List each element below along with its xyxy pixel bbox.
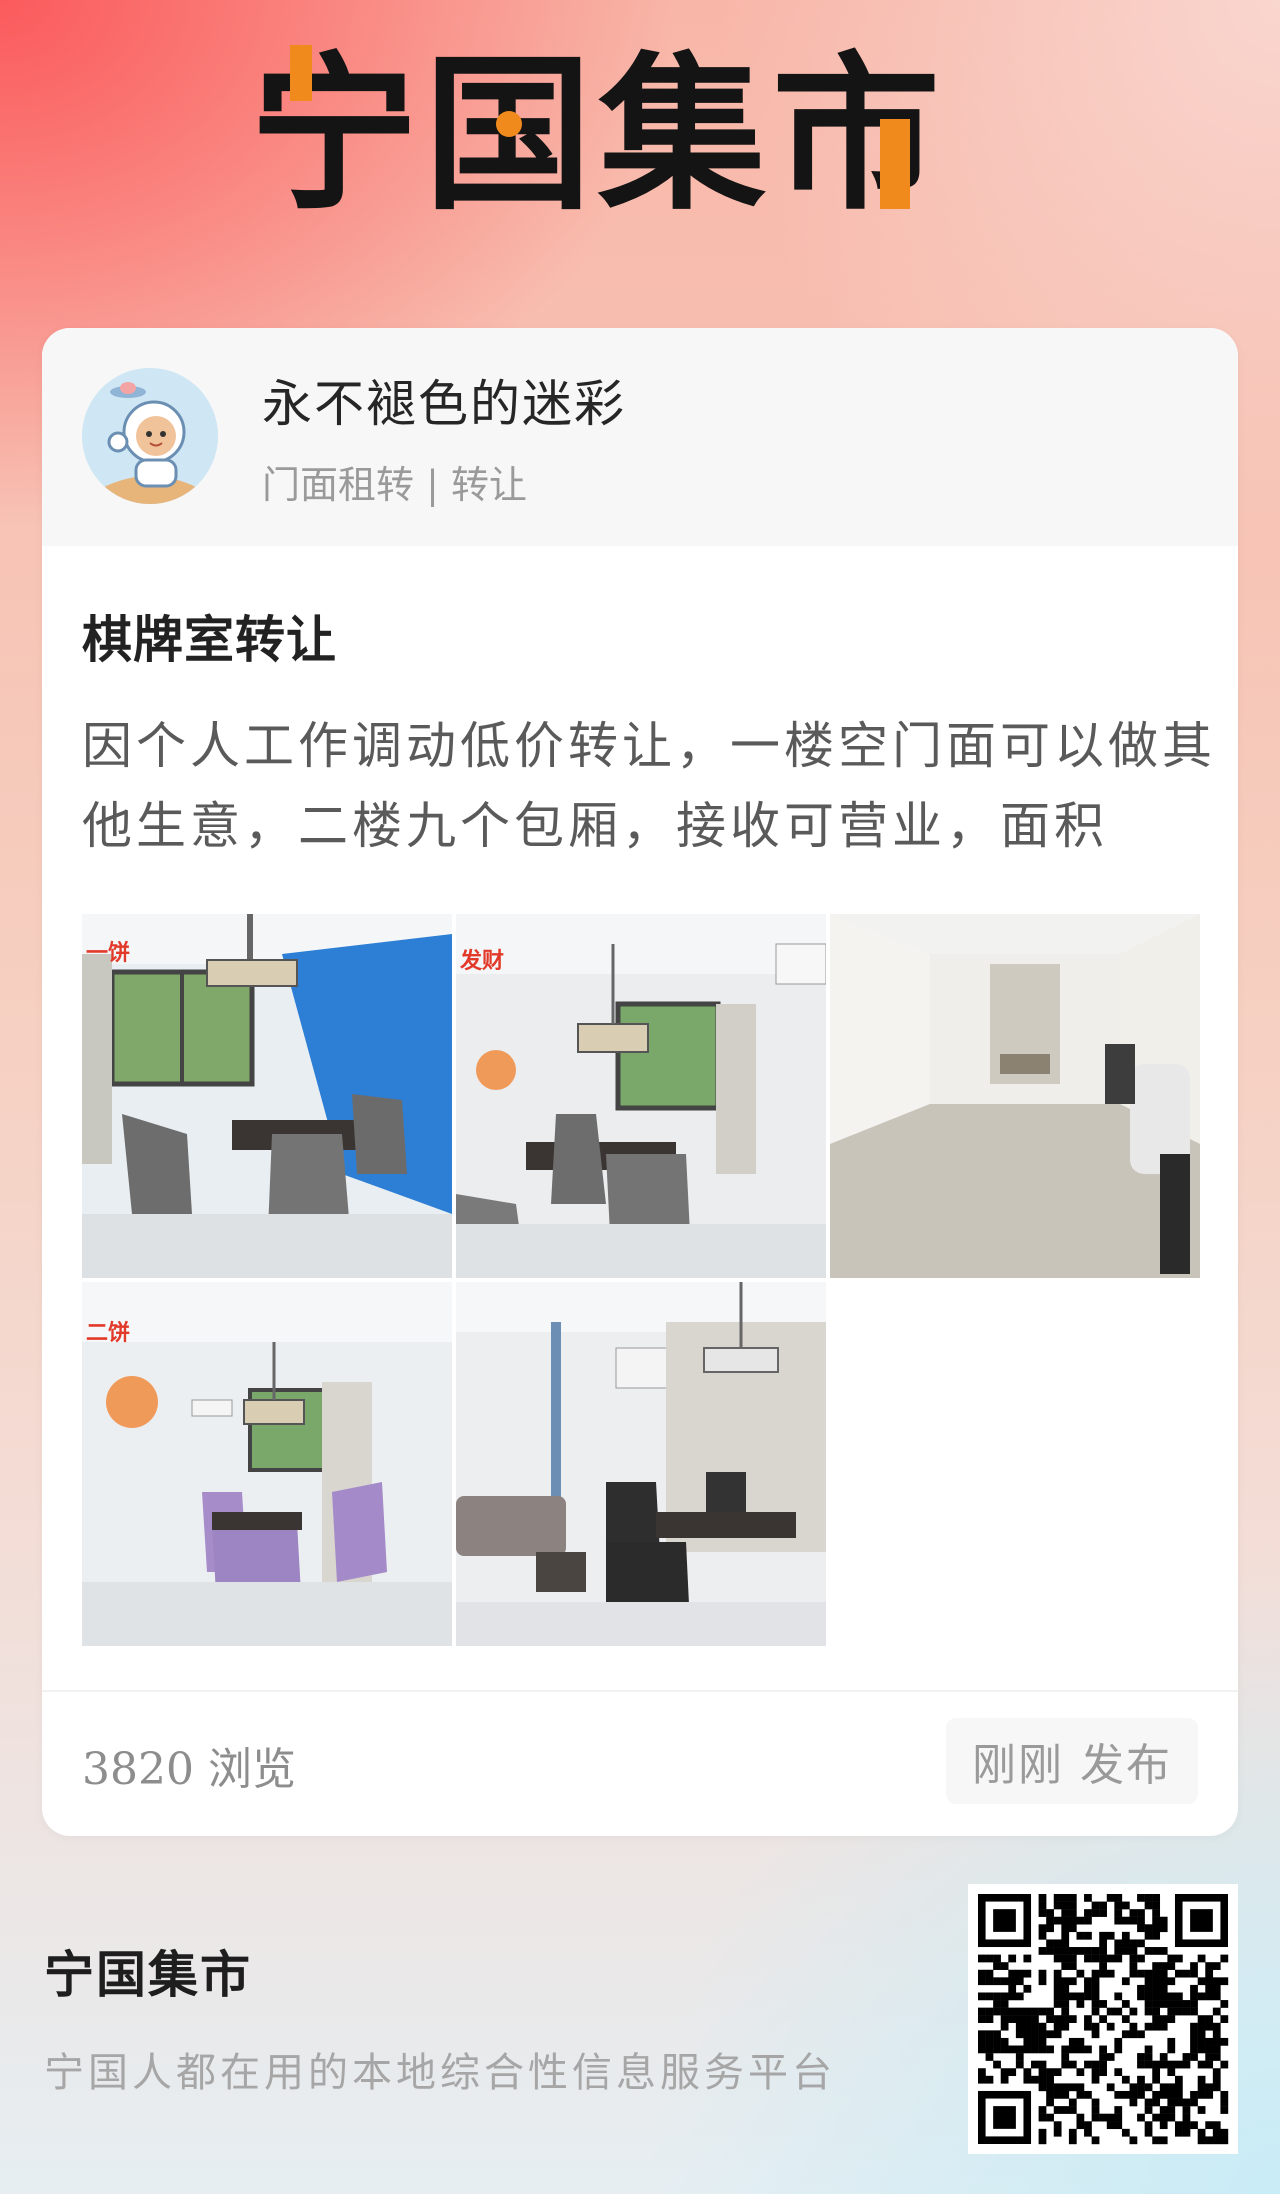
brand-tagline: 宁国人都在用的本地综合性信息服务平台 [44, 2050, 836, 2096]
logo-accent-dot [496, 111, 522, 137]
astronaut-avatar-icon[interactable] [82, 368, 218, 504]
app-logo: 宁 国 集 市 [250, 40, 946, 230]
room-photo-1[interactable]: 一饼 [82, 914, 452, 1278]
photo-2-caption: 发财 [459, 948, 504, 974]
room-photo-4[interactable]: 二饼 [82, 1282, 452, 1646]
author-name[interactable]: 永不褪色的迷彩 [262, 364, 626, 436]
post-body: 因个人工作调动低价转让，一楼空门面可以做其他生意，二楼九个包厢，接收可营业，面积 [82, 717, 1216, 855]
card-divider [42, 1690, 1238, 1692]
room-photo-5[interactable] [456, 1282, 826, 1646]
logo-char-4: 市 [772, 37, 946, 233]
author-header[interactable]: 永不褪色的迷彩 门面租转 | 转让 [42, 328, 1238, 546]
post-category: 门面租转 | 转让 [262, 463, 527, 507]
logo-accent-stroke [880, 119, 910, 209]
photo-4-caption: 二饼 [86, 1320, 130, 1346]
room-photo-3[interactable] [830, 914, 1200, 1278]
post-title: 棋牌室转让 [82, 611, 337, 669]
photo-1-caption: 一饼 [86, 940, 130, 966]
logo-char-3: 集 [598, 37, 772, 233]
post-card[interactable]: 永不褪色的迷彩 门面租转 | 转让 棋牌室转让 因个人工作调动低价转让，一楼空门… [42, 328, 1238, 1836]
logo-accent-bar [290, 45, 312, 101]
logo-char-2: 国 [424, 51, 598, 219]
brand-name: 宁国集市 [44, 1946, 252, 2004]
view-count: 3820 浏览 [82, 1744, 296, 1795]
logo-char-1: 宁 [250, 37, 424, 233]
publish-time-badge: 刚刚 发布 [946, 1718, 1198, 1804]
room-photo-2[interactable]: 发财 [456, 914, 826, 1278]
qr-code-icon[interactable] [968, 1884, 1238, 2154]
